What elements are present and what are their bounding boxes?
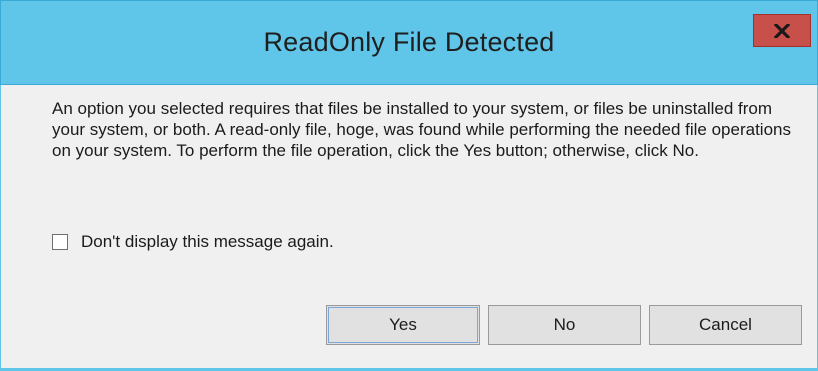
dont-display-again-option[interactable]: Don't display this message again. (52, 232, 334, 252)
close-button[interactable] (753, 14, 811, 47)
readonly-file-dialog: ReadOnly File Detected An option you sel… (0, 0, 818, 371)
no-button[interactable]: No (488, 305, 641, 345)
dialog-body: An option you selected requires that fil… (0, 85, 818, 371)
dont-display-again-checkbox[interactable] (52, 234, 68, 250)
close-x-icon (774, 23, 790, 38)
message-text: An option you selected requires that fil… (52, 99, 791, 160)
dont-display-again-label[interactable]: Don't display this message again. (81, 232, 334, 252)
title-bar[interactable]: ReadOnly File Detected (0, 0, 818, 85)
yes-button[interactable]: Yes (326, 305, 480, 345)
cancel-button[interactable]: Cancel (649, 305, 802, 345)
dialog-title: ReadOnly File Detected (263, 27, 555, 57)
